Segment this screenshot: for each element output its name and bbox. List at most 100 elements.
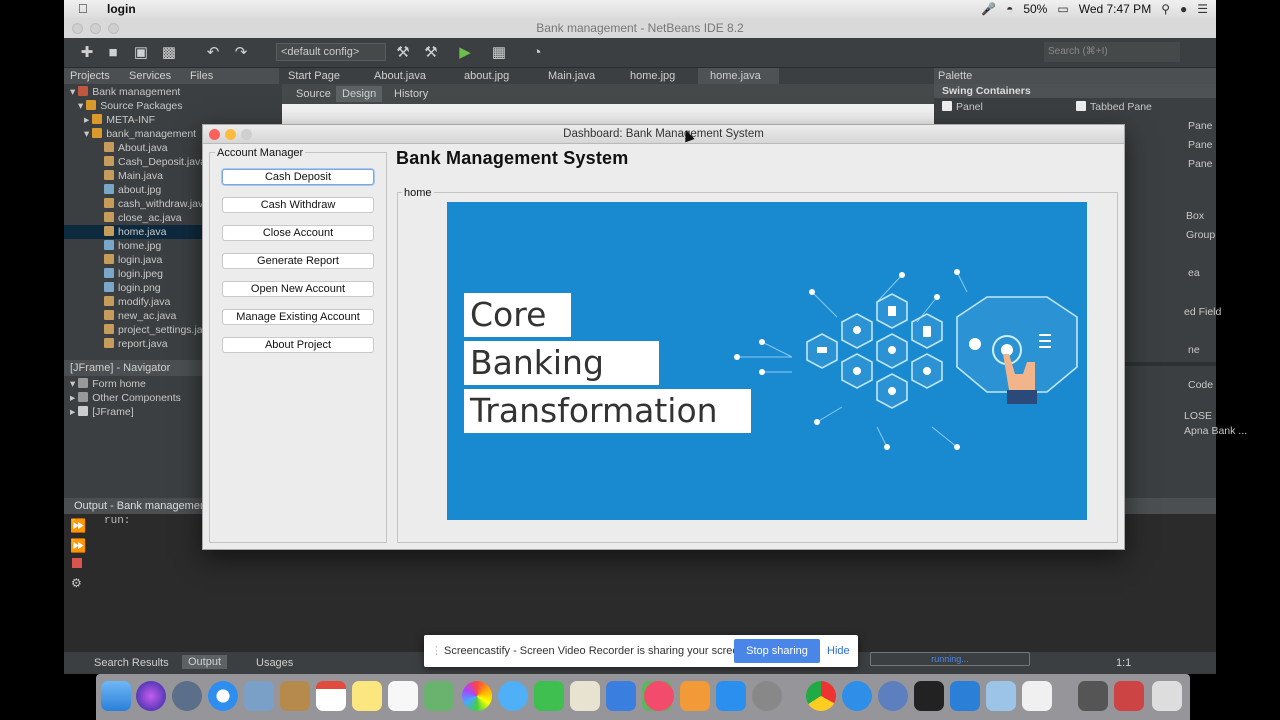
documents-stack-icon[interactable] <box>1114 681 1144 711</box>
wifi-icon[interactable]: ◓ <box>1006 2 1013 16</box>
navigator-title[interactable]: [JFrame] - Navigator <box>70 362 170 374</box>
ide-search-input[interactable]: Search (⌘+I) <box>1044 42 1180 62</box>
palette-item-tabbed-pane[interactable]: Tabbed Pane <box>1076 100 1152 114</box>
netbeans-icon[interactable] <box>986 681 1016 711</box>
debug-icon[interactable]: ▦ <box>490 44 508 62</box>
property-item[interactable]: LOSE <box>1184 409 1212 423</box>
palette-item[interactable]: Pane <box>1188 157 1213 171</box>
tab-projects[interactable]: Projects <box>70 70 110 82</box>
battery-icon[interactable]: ▭ <box>1057 2 1068 16</box>
chrome-icon[interactable] <box>806 681 836 711</box>
dashboard-minimize-button[interactable] <box>225 129 236 140</box>
editor-tab[interactable]: About.java <box>362 68 426 84</box>
cash-withdraw-button[interactable]: Cash Withdraw <box>222 197 374 213</box>
notification-center-icon[interactable]: ☰ <box>1197 2 1208 16</box>
design-view-button[interactable]: Design <box>336 86 383 102</box>
search-results-tab[interactable]: Search Results <box>94 657 169 669</box>
tree-item-file[interactable]: project_settings.java <box>104 323 214 337</box>
tree-item-source-packages[interactable]: ▾ Source Packages <box>78 99 183 113</box>
tree-item-file[interactable]: home.jpg <box>104 239 161 253</box>
rerun-icon[interactable]: ⏩ <box>70 518 86 534</box>
photos-icon[interactable] <box>462 681 492 711</box>
tree-item-project[interactable]: ▾ Bank management <box>70 85 180 99</box>
tree-item-file[interactable]: new_ac.java <box>104 309 176 323</box>
active-app-name[interactable]: login <box>107 2 136 16</box>
pages-icon[interactable] <box>570 681 600 711</box>
navigator-item[interactable]: ▸ [JFrame] <box>70 405 134 419</box>
calendar-icon[interactable] <box>316 681 346 711</box>
itunes-icon[interactable] <box>644 681 674 711</box>
messages-icon[interactable] <box>498 681 528 711</box>
rerun-different-icon[interactable]: ⏩ <box>70 538 86 554</box>
profile-icon[interactable]: ◔ <box>528 44 546 62</box>
tree-item-file[interactable]: Main.java <box>104 169 163 183</box>
spotlight-search-icon[interactable]: ⚲ <box>1161 2 1170 16</box>
palette-item[interactable]: Pane <box>1188 119 1213 133</box>
progress-indicator[interactable]: running... <box>870 652 1030 666</box>
clean-build-icon[interactable]: ⚒ <box>422 44 440 62</box>
facetime-icon[interactable] <box>534 681 564 711</box>
open-project-icon[interactable]: ▣ <box>132 44 150 62</box>
editor-tab[interactable]: about.jpg <box>452 68 509 84</box>
tree-item-file[interactable]: About.java <box>104 141 168 155</box>
palette-item[interactable]: Group <box>1186 228 1215 242</box>
preview-icon[interactable] <box>244 681 274 711</box>
tree-item-file[interactable]: login.java <box>104 253 162 267</box>
contacts-icon[interactable] <box>280 681 310 711</box>
new-file-icon[interactable]: ✚ <box>78 44 96 62</box>
tree-item-package[interactable]: ▾ bank_management <box>84 127 196 141</box>
trash-icon[interactable] <box>1152 681 1182 711</box>
apple-icon[interactable]:  <box>78 1 88 16</box>
palette-section-swing-containers[interactable]: Swing Containers <box>934 84 1216 98</box>
tree-item-meta-inf[interactable]: ▸ META-INF <box>84 113 155 127</box>
tree-item-file[interactable]: login.png <box>104 281 161 295</box>
microphone-icon[interactable]: 🎤 <box>981 2 996 16</box>
tree-item-file[interactable]: report.java <box>104 337 168 351</box>
ide-minimize-button[interactable] <box>90 23 101 34</box>
siri-dock-icon[interactable] <box>136 681 166 711</box>
tab-files[interactable]: Files <box>190 70 213 82</box>
keynote-icon[interactable] <box>606 681 636 711</box>
palette-item[interactable]: ne <box>1188 343 1200 357</box>
safari-icon[interactable] <box>208 681 238 711</box>
about-project-button[interactable]: About Project <box>222 337 374 353</box>
drag-handle-icon[interactable]: ⋮ <box>431 644 442 657</box>
stop-icon[interactable] <box>72 558 82 568</box>
cash-deposit-button[interactable]: Cash Deposit <box>222 169 374 185</box>
tab-services[interactable]: Services <box>129 70 171 82</box>
config-select[interactable]: <default config> <box>276 43 386 61</box>
dashboard-close-button[interactable] <box>209 129 220 140</box>
open-new-account-button[interactable]: Open New Account <box>222 281 374 297</box>
navigator-item[interactable]: ▾ Form home <box>70 377 146 391</box>
editor-tab-active[interactable]: home.java <box>698 68 779 84</box>
tree-item-file[interactable]: cash_withdraw.java <box>104 197 209 211</box>
finder-icon[interactable] <box>101 681 131 711</box>
ibooks-icon[interactable] <box>680 681 710 711</box>
source-view-button[interactable]: Source <box>290 86 337 102</box>
menu-clock[interactable]: Wed 7:47 PM <box>1079 2 1151 16</box>
new-project-icon[interactable]: ■ <box>104 44 122 62</box>
save-all-icon[interactable]: ▩ <box>160 44 178 62</box>
dashboard-zoom-button[interactable] <box>241 129 252 140</box>
build-icon[interactable]: ⚒ <box>394 44 412 62</box>
generate-report-button[interactable]: Generate Report <box>222 253 374 269</box>
java-icon[interactable] <box>1022 681 1052 711</box>
chrome-canary-icon[interactable] <box>878 681 908 711</box>
stop-sharing-button[interactable]: Stop sharing <box>734 639 820 663</box>
editor-tab[interactable]: home.jpg <box>618 68 675 84</box>
palette-item[interactable]: ea <box>1188 266 1200 280</box>
app-store-icon[interactable] <box>716 681 746 711</box>
teamviewer-icon[interactable] <box>842 681 872 711</box>
property-item[interactable]: Code <box>1188 378 1213 392</box>
hide-sharing-bar-link[interactable]: Hide <box>827 645 850 657</box>
navigator-item[interactable]: ▸ Other Components <box>70 391 181 405</box>
palette-item[interactable]: ed Field <box>1184 305 1221 319</box>
redo-icon[interactable]: ↷ <box>232 44 250 62</box>
palette-title[interactable]: Palette <box>938 70 972 82</box>
usages-tab[interactable]: Usages <box>256 657 293 669</box>
editor-tab[interactable]: Start Page <box>288 68 340 84</box>
property-item[interactable]: Apna Bank ... <box>1184 424 1247 438</box>
palette-item-panel[interactable]: Panel <box>942 100 983 114</box>
terminal-icon[interactable] <box>914 681 944 711</box>
launchpad-icon[interactable] <box>172 681 202 711</box>
